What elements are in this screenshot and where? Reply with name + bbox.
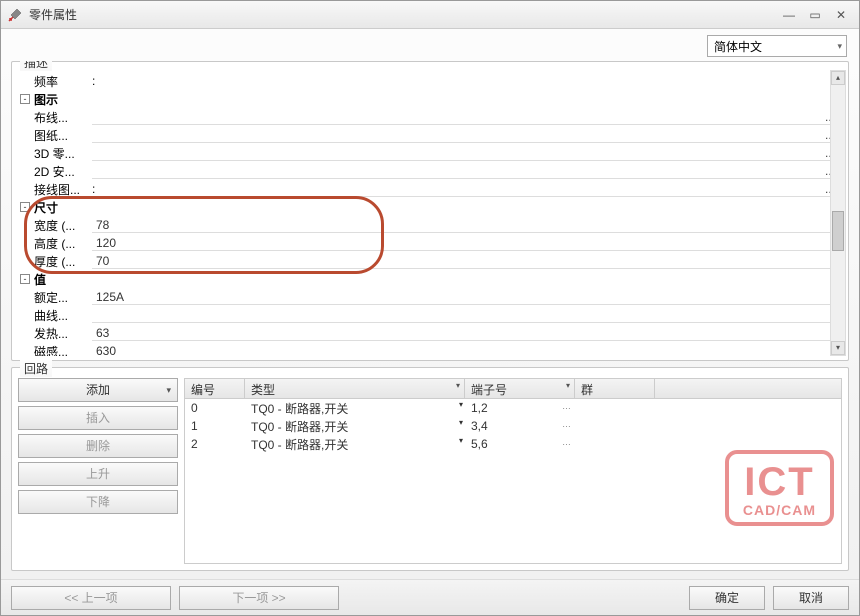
scroll-down-button[interactable]: ▾ [831,341,845,355]
description-scroll: 频率: - 图示 布线... ... 图纸... ... [16,70,844,356]
close-button[interactable]: ✕ [829,6,853,24]
prop-row[interactable]: 高度 (... 120 [18,234,842,252]
vertical-scrollbar[interactable]: ▴ ▾ [830,70,846,356]
minimize-button[interactable]: — [777,6,801,24]
col-group[interactable]: 群 [575,379,655,398]
cancel-button[interactable]: 取消 [773,586,849,610]
language-select[interactable]: 简体中文 ▾ [707,35,847,57]
titlebar: 零件属性 — ▭ ✕ [1,1,859,29]
prop-row[interactable]: 2D 安... ... [18,162,842,180]
description-rows: 频率: - 图示 布线... ... 图纸... ... [16,70,844,356]
table-row[interactable]: 2 TQ0 - 断路器,开关▾ 5,6… [185,435,841,453]
top-row: 简体中文 ▾ [1,29,859,61]
prop-row[interactable]: 布线... ... [18,108,842,126]
prop-row-header[interactable]: - 值 [18,270,842,288]
prop-row[interactable]: 图纸... ... [18,126,842,144]
table-row[interactable]: 0 TQ0 - 断路器,开关▾ 1,2… [185,399,841,417]
prop-row[interactable]: 频率: [18,72,842,90]
prop-row[interactable]: 发热... 63 [18,324,842,342]
down-button[interactable]: 下降 [18,490,178,514]
table-row[interactable]: 1 TQ0 - 断路器,开关▾ 3,4… [185,417,841,435]
window-title: 零件属性 [29,6,775,23]
prop-row-header[interactable]: - 尺寸 [18,198,842,216]
add-button[interactable]: 添加▾ [18,378,178,402]
maximize-button[interactable]: ▭ [803,6,827,24]
ok-button[interactable]: 确定 [689,586,765,610]
window: 零件属性 — ▭ ✕ 简体中文 ▾ 描述 频率: - 图示 [0,0,860,616]
up-button[interactable]: 上升 [18,462,178,486]
description-group: 描述 频率: - 图示 布线... ... [11,61,849,361]
prop-row[interactable]: 3D 零... ... [18,144,842,162]
prev-button[interactable]: << 上一项 [11,586,171,610]
col-type[interactable]: 类型▾ [245,379,465,398]
grid-header: 编号 类型▾ 端子号▾ 群 [185,379,841,399]
grid-body: 0 TQ0 - 断路器,开关▾ 1,2… 1 TQ0 - 断路器,开关▾ 3,4… [185,399,841,563]
prop-row[interactable]: 曲线... [18,306,842,324]
scroll-up-button[interactable]: ▴ [831,71,845,85]
chevron-down-icon: ▾ [837,41,842,52]
app-icon [7,7,23,23]
prop-row-header[interactable]: - 图示 [18,90,842,108]
circuit-group: 回路 添加▾ 插入 删除 上升 下降 编号 类型▾ 端子号▾ 群 [11,367,849,571]
prop-row[interactable]: 磁感... 630 [18,342,842,356]
prop-row[interactable]: 厚度 (... 70 [18,252,842,270]
circuit-buttons: 添加▾ 插入 删除 上升 下降 [18,378,178,564]
collapse-icon[interactable]: - [20,202,30,212]
language-value: 简体中文 [714,38,762,55]
chevron-down-icon: ▾ [166,379,171,401]
content: 描述 频率: - 图示 布线... ... [1,61,859,579]
footer: << 上一项 下一项 >> 确定 取消 [1,579,859,615]
collapse-icon[interactable]: - [20,274,30,284]
prop-row[interactable]: 接线图...: ... [18,180,842,198]
collapse-icon[interactable]: - [20,94,30,104]
col-num[interactable]: 编号 [185,379,245,398]
scroll-thumb[interactable] [832,211,844,251]
col-terminal[interactable]: 端子号▾ [465,379,575,398]
circuit-label: 回路 [20,360,52,377]
delete-button[interactable]: 删除 [18,434,178,458]
insert-button[interactable]: 插入 [18,406,178,430]
next-button[interactable]: 下一项 >> [179,586,339,610]
prop-row[interactable]: 宽度 (... 78 [18,216,842,234]
circuit-grid: 编号 类型▾ 端子号▾ 群 0 TQ0 - 断路器,开关▾ 1,2… [184,378,842,564]
prop-row[interactable]: 额定... 125A [18,288,842,306]
